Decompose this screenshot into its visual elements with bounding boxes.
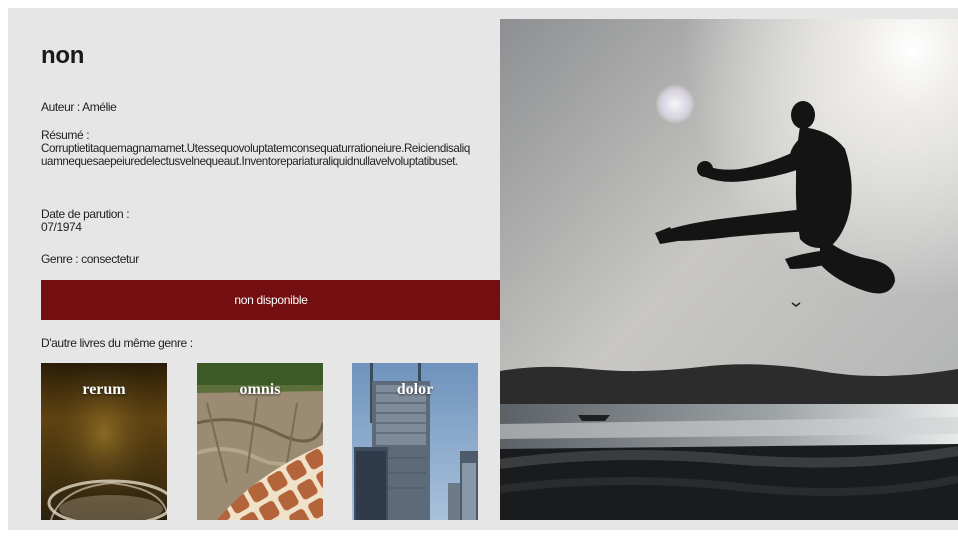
summary-value: Corruptietitaquemagnamamet.Utessequovolu… — [41, 142, 470, 168]
book-detail-page: non Auteur : Amélie Résumé : Corruptieti… — [8, 8, 958, 530]
genre-label: Genre : — [41, 252, 79, 266]
summary-field: Résumé : Corruptietitaquemagnamamet.Utes… — [41, 128, 471, 169]
related-book-card-rerum[interactable]: rerum — [41, 363, 167, 520]
author-field: Auteur : Amélie — [41, 101, 471, 114]
related-book-title: rerum — [82, 381, 126, 398]
availability-status-bar: non disponible — [41, 280, 501, 320]
book-info-panel: non Auteur : Amélie Résumé : Corruptieti… — [41, 8, 501, 530]
date-label: Date de parution : — [41, 207, 130, 221]
summary-label: Résumé : — [41, 128, 90, 142]
author-value: Amélie — [82, 100, 117, 114]
author-label: Auteur : — [41, 100, 80, 114]
related-books-grid: rerum omnis dolor — [41, 363, 501, 521]
availability-status-text: non disponible — [234, 293, 308, 307]
genre-field: Genre : consectetur — [41, 253, 471, 266]
book-cover-image — [500, 19, 958, 520]
related-books-heading: D'autre livres du même genre : — [41, 336, 193, 350]
date-value: 07/1974 — [41, 220, 82, 234]
related-book-title: dolor — [396, 381, 434, 398]
related-book-title: omnis — [239, 381, 281, 398]
date-field: Date de parution : 07/1974 — [41, 208, 471, 234]
martial-arts-jump-photo-icon — [500, 19, 958, 520]
genre-value: consectetur — [81, 252, 139, 266]
book-title: non — [41, 42, 85, 69]
related-book-card-dolor[interactable]: dolor — [352, 363, 478, 520]
related-book-card-omnis[interactable]: omnis — [197, 363, 323, 520]
